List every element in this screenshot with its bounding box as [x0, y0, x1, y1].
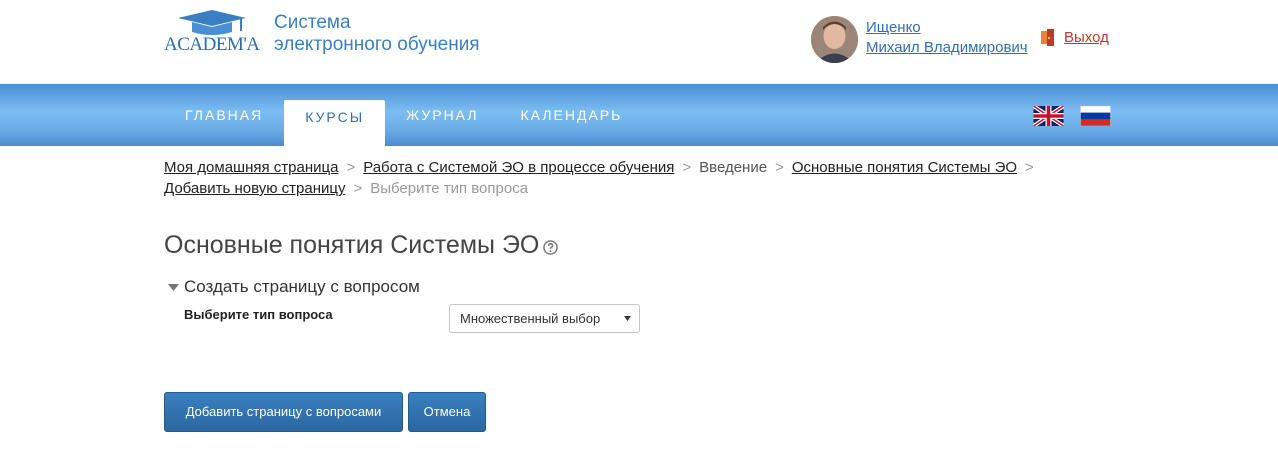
breadcrumb-separator: >: [1025, 159, 1034, 176]
section-toggle[interactable]: Создать страницу с вопросом: [168, 277, 420, 297]
user-name[interactable]: Ищенко Михаил Владимирович: [866, 18, 1028, 58]
collapse-triangle-icon: [168, 283, 179, 291]
site-header: ACADEM'A Система электронного обучения И…: [0, 0, 1278, 84]
breadcrumb-separator: >: [353, 180, 363, 197]
breadcrumb: Моя домашняя страница > Работа с Системой …: [164, 157, 1094, 199]
breadcrumb-current: Выберите тип вопроса: [370, 180, 529, 197]
section-title[interactable]: Создать страницу с вопросом: [184, 277, 420, 297]
language-switcher: [1033, 106, 1111, 126]
user-last-name[interactable]: Ищенко: [866, 18, 1028, 38]
site-title-line1: Система: [274, 12, 351, 33]
nav-tab-calendar[interactable]: КАЛЕНДАРЬ: [500, 100, 644, 146]
help-icon[interactable]: [543, 240, 559, 255]
breadcrumb-separator: >: [346, 159, 356, 176]
site-title-line2: электронного обучения: [274, 34, 480, 55]
avatar[interactable]: [811, 16, 858, 63]
academia-logo[interactable]: ACADEM'A: [164, 10, 260, 55]
breadcrumb-home[interactable]: Моя домашняя страница: [164, 159, 338, 176]
door-exit-icon: [1041, 29, 1054, 46]
uk-flag-icon[interactable]: [1033, 106, 1064, 126]
russia-flag-icon[interactable]: [1080, 106, 1111, 126]
question-type-label: Выберите тип вопроса: [184, 307, 333, 322]
breadcrumb-separator: >: [682, 159, 692, 176]
page-title-text: Основные понятия Системы ЭО: [164, 231, 540, 259]
breadcrumb-course[interactable]: Работа с Системой ЭО в процессе обучения: [363, 159, 674, 176]
breadcrumb-section: Введение: [699, 159, 768, 176]
breadcrumb-separator: >: [775, 159, 784, 176]
logout-label[interactable]: Выход: [1064, 29, 1109, 46]
logo-text: ACADEM'A: [164, 34, 260, 55]
breadcrumb-add-page[interactable]: Добавить новую страницу: [164, 180, 345, 197]
nav-tabs: ГЛАВНАЯ КУРСЫ ЖУРНАЛ КАЛЕНДАРЬ: [164, 100, 643, 146]
logout-link[interactable]: Выход: [1041, 29, 1109, 46]
user-avatar-image: [811, 16, 858, 63]
nav-tab-home[interactable]: ГЛАВНАЯ: [164, 100, 284, 146]
question-type-select-value: Множественный выбор: [460, 311, 601, 326]
breadcrumb-lesson[interactable]: Основные понятия Системы ЭО: [792, 159, 1017, 176]
nav-tab-courses[interactable]: КУРСЫ: [284, 100, 386, 146]
chevron-down-icon: [624, 316, 631, 321]
cancel-button[interactable]: Отмена: [408, 392, 486, 432]
site-title: Система электронного обучения: [274, 12, 480, 56]
nav-tab-journal[interactable]: ЖУРНАЛ: [385, 100, 499, 146]
page-title: Основные понятия Системы ЭО: [164, 231, 559, 260]
add-question-page-button[interactable]: Добавить страницу с вопросами: [164, 392, 403, 432]
user-first-names[interactable]: Михаил Владимирович: [866, 38, 1028, 58]
question-type-select[interactable]: Множественный выбор: [449, 304, 640, 333]
